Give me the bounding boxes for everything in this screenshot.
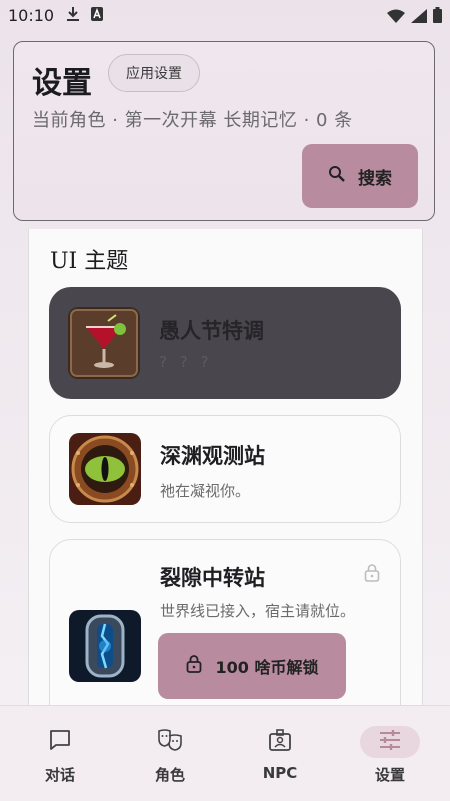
theme-panel: UI 主题 愚人节特调 ? ? ? 深渊观测站 祂在凝视你。 裂隙中转站 世界线… bbox=[28, 229, 423, 705]
nav-item-characters[interactable]: 角色 bbox=[114, 706, 226, 801]
bottom-navigation: 对话 角色 NPC 设置 bbox=[0, 705, 450, 801]
sliders-icon bbox=[379, 730, 401, 754]
a-box-icon bbox=[90, 6, 104, 26]
lock-icon bbox=[364, 564, 380, 586]
cocktail-image bbox=[68, 307, 140, 379]
section-title: UI 主题 bbox=[50, 249, 129, 274]
eye-porthole-image bbox=[69, 433, 141, 505]
nav-item-settings[interactable]: 设置 bbox=[334, 706, 446, 801]
status-bar: 10:10 bbox=[0, 0, 450, 30]
status-time: 10:10 bbox=[8, 6, 55, 25]
search-button-label: 搜索 bbox=[358, 168, 392, 189]
theme-card-april-fools[interactable]: 愚人节特调 ? ? ? bbox=[49, 287, 401, 399]
theme-name: 愚人节特调 bbox=[159, 319, 264, 343]
theme-name: 裂隙中转站 bbox=[160, 566, 265, 590]
lock-icon bbox=[186, 655, 202, 677]
download-icon bbox=[66, 6, 80, 26]
theme-card-abyss[interactable]: 深渊观测站 祂在凝视你。 bbox=[49, 415, 401, 523]
unlock-button[interactable]: 100 啥币解锁 bbox=[158, 633, 346, 699]
signal-icon bbox=[411, 8, 427, 27]
page-title: 设置 bbox=[32, 66, 92, 101]
nav-label: 对话 bbox=[44, 766, 75, 784]
badge-icon bbox=[268, 728, 292, 756]
search-icon bbox=[328, 165, 346, 188]
rift-portal-image bbox=[69, 610, 141, 682]
theme-desc: 祂在凝视你。 bbox=[160, 482, 251, 500]
header-subtitle: 当前角色 · 第一次开幕 长期记忆 · 0 条 bbox=[32, 110, 353, 131]
settings-header-card: 设置 应用设置 当前角色 · 第一次开幕 长期记忆 · 0 条 搜索 bbox=[13, 41, 435, 221]
unlock-button-label: 100 啥币解锁 bbox=[215, 658, 319, 677]
nav-item-npc[interactable]: NPC bbox=[224, 706, 336, 801]
search-button[interactable]: 搜索 bbox=[302, 144, 418, 208]
app-settings-chip[interactable]: 应用设置 bbox=[108, 54, 200, 92]
nav-label: NPC bbox=[262, 764, 298, 782]
theme-name: 深渊观测站 bbox=[160, 444, 265, 468]
nav-label: 角色 bbox=[154, 766, 185, 784]
nav-item-chat[interactable]: 对话 bbox=[4, 706, 116, 801]
chat-icon bbox=[48, 728, 72, 756]
theme-desc: ? ? ? bbox=[159, 353, 213, 371]
wifi-icon bbox=[387, 8, 405, 27]
masks-icon bbox=[157, 728, 183, 756]
nav-label: 设置 bbox=[374, 766, 405, 784]
theme-card-rift[interactable]: 裂隙中转站 世界线已接入，宿主请就位。 100 啥币解锁 bbox=[49, 539, 401, 705]
theme-desc: 世界线已接入，宿主请就位。 bbox=[160, 602, 356, 620]
battery-icon bbox=[433, 7, 442, 27]
